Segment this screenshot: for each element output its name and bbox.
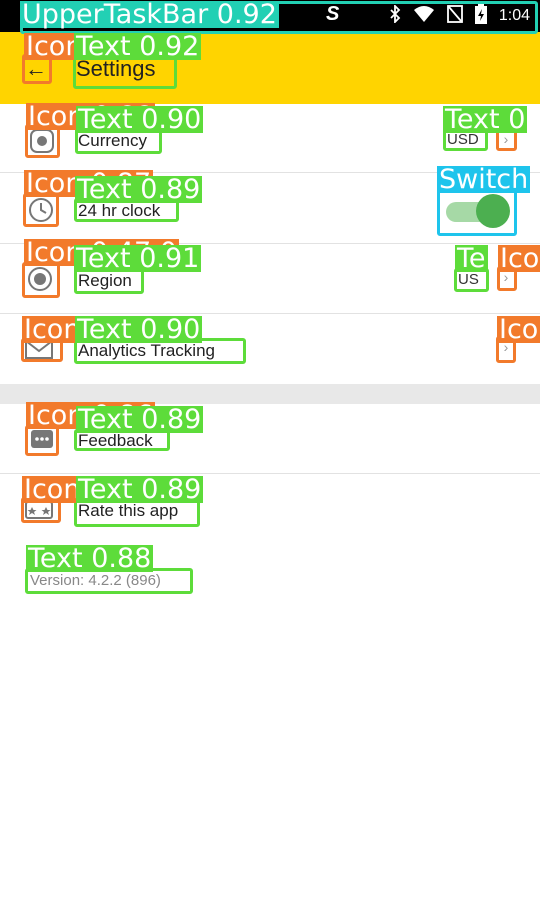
detection-label: Icon <box>22 314 83 345</box>
detection-label: Text 0.90 <box>76 104 204 135</box>
detection-label: Text 0.92 <box>74 31 202 62</box>
detection-label: Te <box>455 243 488 274</box>
detection-label: Text 0 <box>443 104 528 135</box>
detection-label: Text 0.89 <box>76 404 204 435</box>
detection-label: Ico <box>498 243 540 274</box>
detection-label: Text 0.89 <box>75 174 203 205</box>
detection-label: UpperTaskBar 0.92 <box>20 0 279 30</box>
detection-label: Text 0.89 <box>76 474 204 505</box>
detection-label: Switch <box>437 164 531 195</box>
detection-box-switch <box>437 190 517 236</box>
detection-label: Text 0.91 <box>74 243 202 274</box>
detection-label: Ico <box>497 314 540 345</box>
detection-label: Text 0.90 <box>75 314 203 345</box>
detection-label: Text 0.88 <box>26 543 154 574</box>
detection-label: Icon <box>22 474 83 505</box>
